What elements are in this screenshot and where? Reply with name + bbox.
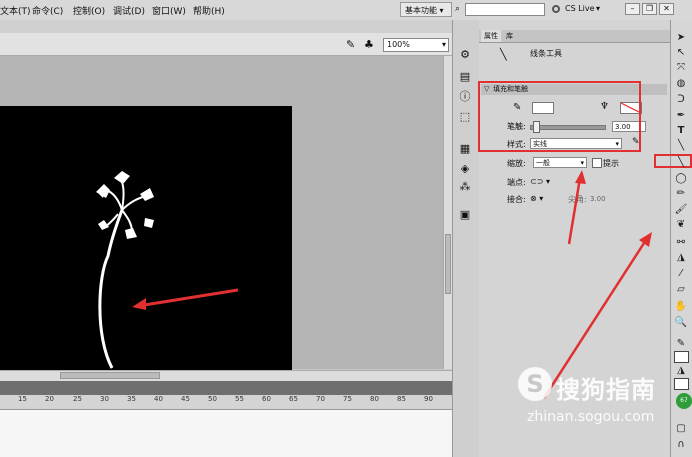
eraser-tool-icon[interactable]: ▱ — [674, 283, 688, 296]
tab-library[interactable]: 库 — [503, 30, 516, 42]
menu-debug[interactable]: 调试(D) — [113, 4, 145, 17]
menu-commands[interactable]: 命令(C) — [32, 4, 63, 17]
help-search-input[interactable] — [465, 3, 545, 16]
document-tab-strip — [0, 20, 452, 33]
oval-tool-icon[interactable]: ◯ — [674, 172, 688, 185]
paint-bucket-tool-icon[interactable]: ◮ — [674, 251, 688, 264]
minimize-button[interactable]: – — [625, 3, 640, 15]
chevron-down-icon[interactable]: ▾ — [596, 4, 600, 13]
sogou-logo: S — [518, 367, 552, 401]
close-button[interactable]: ✕ — [659, 3, 674, 15]
hand-tool-icon[interactable]: ✋ — [674, 300, 688, 313]
frame-grid[interactable] — [0, 410, 452, 457]
bone-tool-icon[interactable]: ⚯ — [674, 236, 688, 249]
zoom-value: 100% — [387, 40, 410, 49]
timeline-header — [0, 381, 452, 395]
line-tool-selected-icon[interactable]: ╲ — [674, 156, 688, 169]
tool-name: 线条工具 — [530, 49, 562, 58]
menu-text[interactable]: 文本(T) — [0, 4, 31, 17]
line-tool-icon: ╲ — [500, 48, 507, 61]
horizontal-scrollbar[interactable] — [0, 370, 452, 381]
frame-number: 40 — [154, 395, 163, 403]
frame-number: 70 — [316, 395, 325, 403]
transform-icon[interactable]: ⬚ — [457, 110, 473, 124]
3d-rotation-tool-icon[interactable]: ◍ — [674, 77, 688, 90]
annotation-highlight-box — [478, 81, 641, 152]
swatches-icon[interactable]: ⁂ — [457, 180, 473, 194]
frame-ruler[interactable]: 15 20 25 30 35 40 45 50 55 60 65 70 75 8… — [0, 395, 452, 410]
frame-number: 75 — [343, 395, 352, 403]
restore-button[interactable]: ❐ — [642, 3, 657, 15]
edit-symbols-icon[interactable]: ✎ — [346, 38, 355, 51]
frame-number: 30 — [100, 395, 109, 403]
panel-tab-strip: 属性 库 — [479, 30, 670, 43]
properties-panel-icon[interactable]: ⚙ — [457, 48, 473, 62]
notification-badge[interactable]: 67 — [676, 393, 692, 409]
search-icon: ⌕ — [455, 4, 461, 14]
chevron-down-icon: ▾ — [441, 40, 446, 49]
frame-number: 45 — [181, 395, 190, 403]
scrollbar-thumb[interactable] — [60, 372, 160, 379]
snap-icon[interactable]: ▢ — [674, 422, 688, 435]
zoom-select[interactable]: 100% ▾ — [383, 38, 449, 52]
frame-number: 25 — [73, 395, 82, 403]
magnet-icon[interactable]: ∩ — [674, 438, 688, 451]
cs-live-icon — [552, 5, 560, 13]
lasso-tool-icon[interactable]: ᑐ — [674, 93, 688, 106]
free-transform-tool-icon[interactable]: ⤧ — [674, 61, 688, 74]
workspace-label: 基本功能 — [405, 6, 437, 15]
frame-number: 65 — [289, 395, 298, 403]
tab-properties[interactable]: 属性 — [481, 30, 501, 42]
edit-scene-icon[interactable]: ♣ — [364, 38, 374, 51]
watermark-url: zhinan.sogou.com — [527, 409, 655, 425]
fill-color-chip[interactable] — [674, 378, 689, 390]
stroke-color-chip[interactable] — [674, 351, 689, 363]
panel-icon-dock — [452, 20, 481, 457]
subselection-tool-icon[interactable]: ↖ — [674, 46, 688, 59]
deco-tool-icon[interactable]: ❦ — [674, 218, 688, 231]
frame-number: 35 — [127, 395, 136, 403]
line-tool-icon[interactable]: ╲ — [674, 139, 688, 152]
pen-tool-icon[interactable]: ✒ — [674, 109, 688, 122]
cs-live-button[interactable]: CS Live — [565, 4, 595, 13]
pencil-tool-icon[interactable]: ✏ — [674, 187, 688, 200]
info-icon[interactable]: ⓘ — [457, 90, 473, 104]
workspace-switcher[interactable]: 基本功能 ▾ — [400, 2, 452, 17]
frame-number: 15 — [18, 395, 27, 403]
frame-number: 80 — [370, 395, 379, 403]
menu-window[interactable]: 窗口(W) — [152, 4, 186, 17]
history-icon[interactable]: ▦ — [457, 142, 473, 156]
frame-number: 20 — [45, 395, 54, 403]
menu-control[interactable]: 控制(O) — [73, 4, 105, 17]
frame-number: 60 — [262, 395, 271, 403]
scrollbar-thumb[interactable] — [445, 234, 451, 294]
selection-tool-icon[interactable]: ➤ — [674, 31, 688, 44]
zoom-tool-icon[interactable]: 🔍 — [674, 316, 688, 329]
frame-number: 90 — [424, 395, 433, 403]
fill-color-icon[interactable]: ◮ — [674, 364, 688, 377]
sogou-logo-letter: S — [526, 370, 544, 398]
color-icon[interactable]: ◈ — [457, 162, 473, 176]
flower-drawing — [96, 171, 239, 369]
components-icon[interactable]: ▣ — [457, 208, 473, 222]
stage[interactable] — [0, 106, 292, 371]
frame-number: 55 — [235, 395, 244, 403]
eyedropper-tool-icon[interactable]: ⁄ — [674, 267, 688, 280]
menu-help[interactable]: 帮助(H) — [193, 4, 225, 17]
watermark-text: 搜狗指南 — [556, 376, 656, 404]
library-panel-icon[interactable]: ▤ — [457, 70, 473, 84]
frame-number: 85 — [397, 395, 406, 403]
text-tool-icon[interactable]: T — [674, 124, 688, 137]
brush-tool-icon[interactable]: 🖌 — [674, 203, 688, 216]
stroke-color-icon[interactable]: ✎ — [674, 337, 688, 350]
frame-number: 50 — [208, 395, 217, 403]
